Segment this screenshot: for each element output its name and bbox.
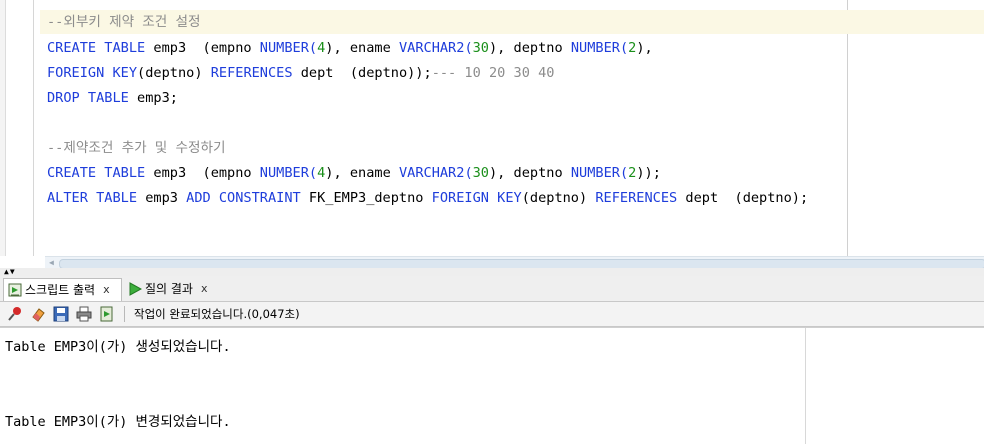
code-text: dept (deptno); (677, 190, 809, 206)
keyword: FOREIGN KEY (47, 65, 138, 81)
keyword: REFERENCES (210, 65, 293, 81)
keyword: CREATE TABLE (47, 165, 146, 181)
tab-label: 스크립트 출력 (25, 283, 96, 297)
editor-gutter (0, 0, 6, 256)
code-text: ), ename (325, 40, 399, 56)
script-output-icon (8, 283, 22, 297)
pin-icon[interactable] (7, 306, 23, 322)
scroll-left-icon[interactable]: ◀ (49, 258, 54, 268)
export-icon[interactable] (99, 306, 115, 322)
run-query-icon (129, 282, 142, 296)
paren: ( (619, 165, 629, 181)
keyword: NUMBER (570, 40, 620, 56)
output-toolbar: 작업이 완료되었습니다.(0,047초) (0, 302, 984, 327)
script-output-panel[interactable]: Table EMP3이(가) 생성되었습니다. Table EMP3이(가) 변… (0, 327, 984, 444)
paren: ( (308, 40, 318, 56)
paren: ( (308, 165, 318, 181)
code-line-comment-foreign-key[interactable]: --외부키 제약 조건 설정 (40, 10, 984, 34)
paren: ( (619, 40, 629, 56)
code-line-foreign-key[interactable]: FOREIGN KEY(deptno) REFERENCES dept (dep… (47, 61, 554, 85)
keyword: VARCHAR2 (398, 165, 465, 181)
close-icon[interactable]: x (201, 278, 208, 300)
code-text: (deptno) (521, 190, 596, 206)
execution-status: 작업이 완료되었습니다.(0,047초) (134, 307, 300, 321)
code-line-alter-table[interactable]: ALTER TABLE emp3 ADD CONSTRAINT FK_EMP3_… (47, 186, 808, 210)
paren: ( (464, 165, 473, 181)
inline-comment: --- 10 20 30 40 (431, 65, 555, 81)
paren: ( (464, 40, 473, 56)
save-icon[interactable] (53, 306, 69, 322)
keyword: NUMBER (259, 165, 309, 181)
code-line-comment-constraint[interactable]: --제약조건 추가 및 수정하기 (47, 136, 226, 160)
toolbar-separator (124, 306, 125, 322)
keyword: REFERENCES (595, 190, 678, 206)
number-literal: 30 (472, 40, 489, 56)
number-literal: 30 (472, 165, 489, 181)
output-tab-bar: 스크립트 출력 x 질의 결과 x (0, 276, 984, 302)
code-text: emp3 (137, 190, 187, 206)
code-text: ), deptno (489, 165, 571, 181)
code-line-create-table-2[interactable]: CREATE TABLE emp3 (empno NUMBER(4), enam… (47, 161, 661, 185)
keyword: FOREIGN KEY (431, 190, 522, 206)
tab-label: 질의 결과 (145, 282, 193, 296)
code-line-drop-table[interactable]: DROP TABLE emp3; (47, 86, 178, 110)
code-line-create-table-1[interactable]: CREATE TABLE emp3 (empno NUMBER(4), enam… (47, 36, 653, 60)
keyword: NUMBER (570, 165, 620, 181)
tab-query-result[interactable]: 질의 결과 x (124, 278, 208, 300)
tab-script-output[interactable]: 스크립트 출력 x (3, 278, 122, 301)
code-text: emp3 (empno (145, 40, 260, 56)
collapse-arrows-icon[interactable]: ▲▼ (4, 267, 16, 276)
keyword: ADD CONSTRAINT (186, 190, 301, 206)
keyword: NUMBER (259, 40, 309, 56)
fold-guide (33, 0, 34, 256)
code-text: ), ename (325, 165, 399, 181)
code-text: )); (636, 165, 661, 181)
code-text: emp3 (empno (145, 165, 260, 181)
close-icon[interactable]: x (103, 279, 110, 301)
output-line-created: Table EMP3이(가) 생성되었습니다. (5, 339, 231, 355)
code-text: (deptno) (137, 65, 211, 81)
panel-splitter[interactable]: ▲▼ (0, 267, 984, 276)
keyword: DROP TABLE (47, 90, 129, 106)
right-margin-guide (847, 0, 848, 256)
code-text: ), (636, 40, 653, 56)
keyword: ALTER TABLE (47, 190, 138, 206)
output-line-altered: Table EMP3이(가) 변경되었습니다. (5, 414, 231, 430)
code-text: FK_EMP3_deptno (300, 190, 432, 206)
code-text: emp3; (128, 90, 178, 106)
eraser-icon[interactable] (30, 306, 46, 322)
keyword: CREATE TABLE (47, 40, 146, 56)
sql-editor[interactable]: --외부키 제약 조건 설정 CREATE TABLE emp3 (empno … (0, 0, 984, 256)
output-divider (805, 328, 806, 444)
code-text: dept (deptno)); (292, 65, 432, 81)
keyword: VARCHAR2 (398, 40, 465, 56)
print-icon[interactable] (76, 306, 92, 322)
code-text: ), deptno (489, 40, 571, 56)
